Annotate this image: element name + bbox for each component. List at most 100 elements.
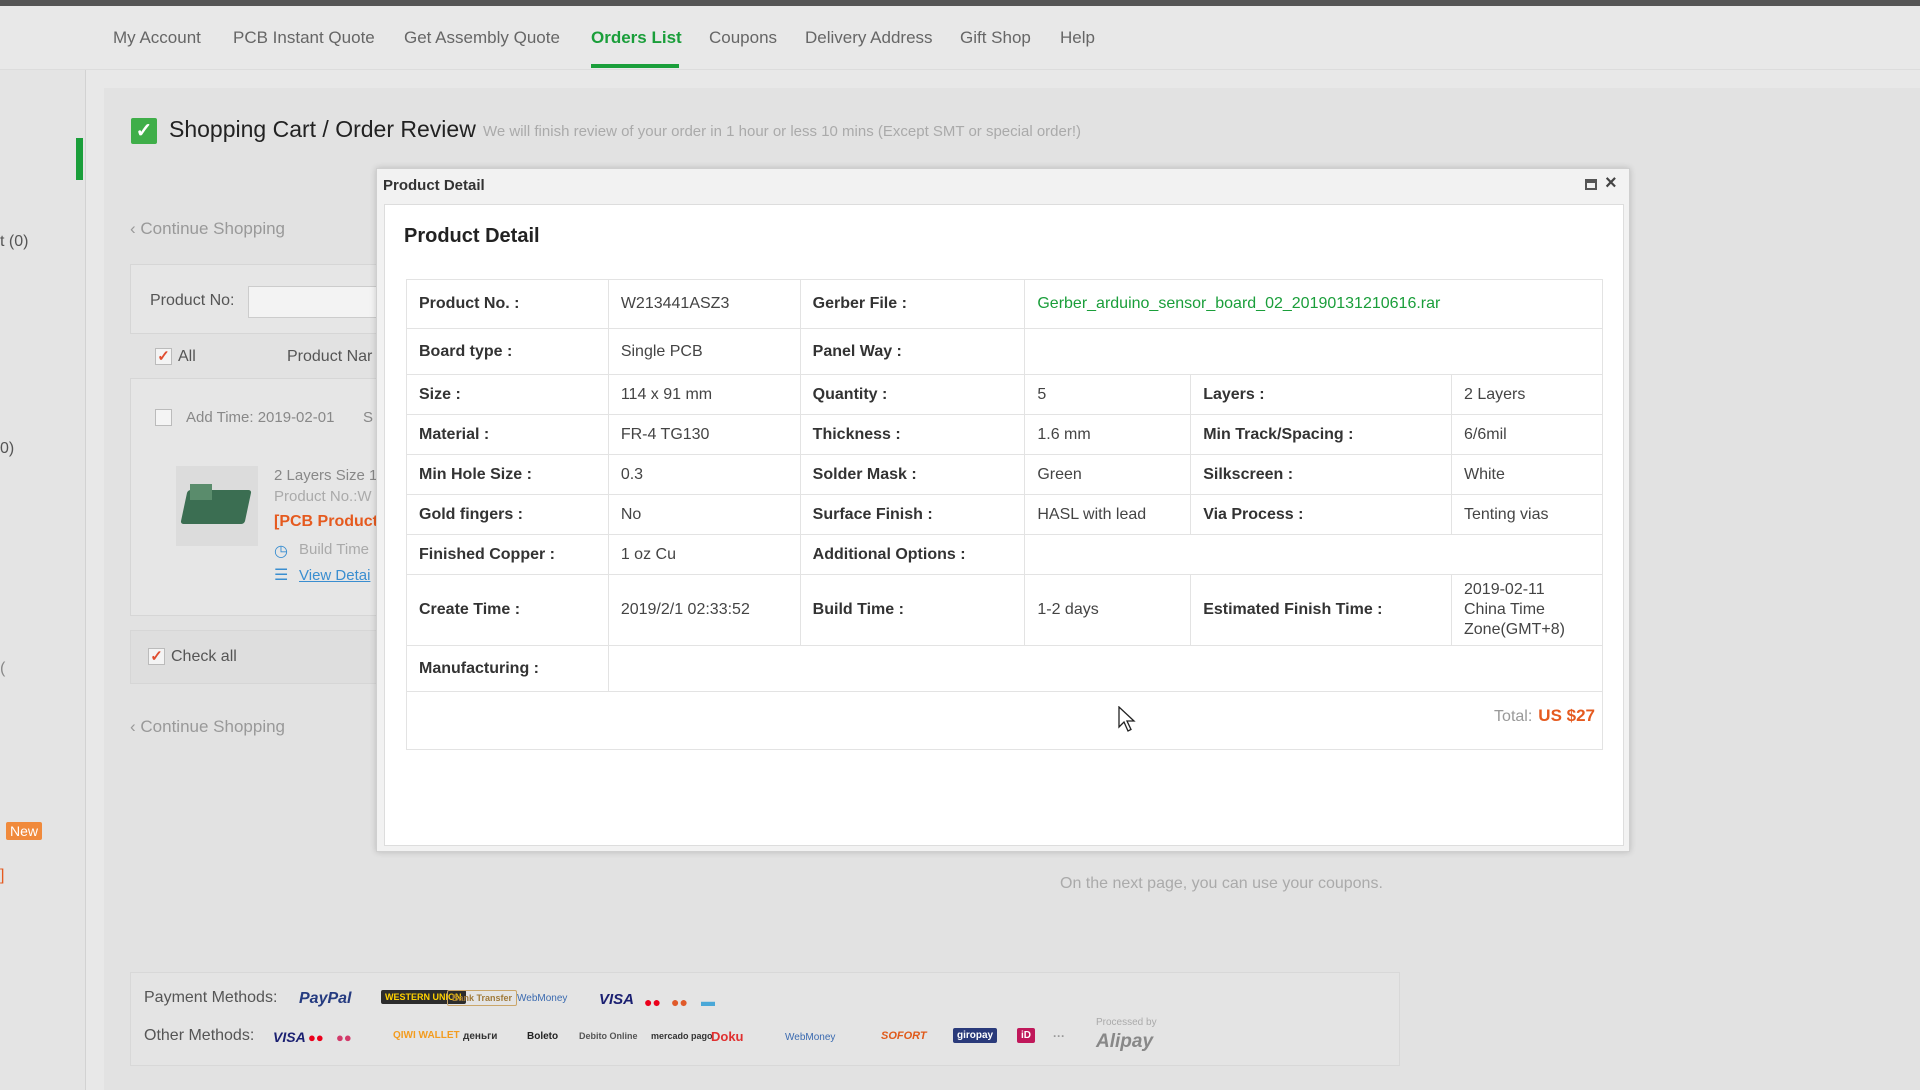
check-icon: ✓ <box>131 118 157 144</box>
label-board-type: Board type : <box>406 328 609 375</box>
mastercard-icon: ●● <box>644 994 661 1010</box>
close-icon[interactable]: × <box>1605 172 1617 195</box>
mouse-cursor-icon <box>1118 706 1136 732</box>
visa-logo: VISA <box>599 991 635 1008</box>
alipay-logo: Alipay <box>1096 1031 1154 1052</box>
build-time-icon: ◷ <box>274 543 288 560</box>
mercado-logo: mercado pago <box>651 1031 713 1041</box>
total-label: Total: <box>1494 708 1533 725</box>
label-material: Material : <box>406 414 609 455</box>
sidebar-item-misc[interactable]: ( <box>0 660 5 678</box>
value-panel-way <box>1024 328 1603 375</box>
value-additional-options <box>1024 534 1603 575</box>
view-detail-link[interactable]: View Detai <box>299 567 370 584</box>
label-product-no: Product No. : <box>406 279 609 329</box>
label-manufacturing: Manufacturing : <box>406 645 609 692</box>
select-all-checkbox[interactable]: ✓ <box>155 348 172 365</box>
nav-help[interactable]: Help <box>1060 28 1095 48</box>
estimated-finish-zone: China Time <box>1464 601 1545 618</box>
item-build-time: Build Time <box>299 541 370 558</box>
add-time: Add Time: 2019-02-01 <box>186 409 335 426</box>
processed-by-label: Processed by <box>1096 1017 1157 1028</box>
coupon-note: On the next page, you can use your coupo… <box>1060 875 1383 892</box>
webmoney-logo-2: WebMoney <box>785 1032 836 1043</box>
maestro-icon: ●● <box>671 994 688 1010</box>
maximize-icon[interactable] <box>1585 179 1597 190</box>
value-layers: 2 Layers <box>1451 374 1603 415</box>
continue-shopping-link[interactable]: ‹ Continue Shopping <box>130 219 285 239</box>
cart-item-checkbox[interactable] <box>155 409 172 426</box>
label-quantity: Quantity : <box>799 374 1026 415</box>
giropay-logo: giropay <box>953 1028 998 1043</box>
gerber-file-link[interactable]: Gerber_arduino_sensor_board_02_201901312… <box>1024 279 1603 329</box>
product-no-input[interactable] <box>248 286 378 318</box>
nav-delivery-address[interactable]: Delivery Address <box>805 28 933 48</box>
table-row: Min Hole Size : 0.3 Solder Mask : Green … <box>406 454 1603 495</box>
product-detail-table: Product No. : W213441ASZ3 Gerber File : … <box>406 279 1604 750</box>
label-thickness: Thickness : <box>799 414 1026 455</box>
nav-get-assembly-quote[interactable]: Get Assembly Quote <box>404 28 560 48</box>
table-row: Create Time : 2019/2/1 02:33:52 Build Ti… <box>406 574 1603 646</box>
label-gerber-file: Gerber File : <box>799 279 1026 329</box>
label-silkscreen: Silkscreen : <box>1190 454 1452 495</box>
label-panel-way: Panel Way : <box>799 328 1026 375</box>
pcb-thumbnail[interactable] <box>176 466 258 546</box>
payment-methods-label: Payment Methods: <box>144 989 278 1006</box>
table-row: Finished Copper : 1 oz Cu Additional Opt… <box>406 534 1603 575</box>
value-manufacturing <box>607 645 1604 692</box>
value-build-time: 1-2 days <box>1024 574 1192 646</box>
active-tab-indicator <box>591 64 679 68</box>
check-all-bar <box>130 630 380 684</box>
maestro-icon-2: ●● <box>336 1030 352 1045</box>
table-row: Gold fingers : No Surface Finish : HASL … <box>406 494 1603 535</box>
nav-coupons[interactable]: Coupons <box>709 28 777 48</box>
item-status: [PCB Producti <box>274 513 383 530</box>
sidebar-item-cart[interactable]: t (0) <box>0 233 28 251</box>
check-all-checkbox[interactable]: ✓ <box>148 648 165 665</box>
label-size: Size : <box>406 374 609 415</box>
value-size: 114 x 91 mm <box>607 374 801 415</box>
ideal-logo: iD <box>1017 1028 1035 1043</box>
value-thickness: 1.6 mm <box>1024 414 1192 455</box>
sidebar-active-marker <box>76 138 83 180</box>
product-detail-dialog: Product Detail × Product Detail Product … <box>376 168 1630 852</box>
page-subtitle: We will finish review of your order in 1… <box>483 123 1082 140</box>
estimated-finish-gmt: Zone(GMT+8) <box>1464 621 1565 638</box>
account-sidebar <box>0 70 86 1090</box>
nav-pcb-instant-quote[interactable]: PCB Instant Quote <box>233 28 375 48</box>
other-methods-label: Other Methods: <box>144 1027 255 1044</box>
bank-transfer-logo: Bank Transfer <box>447 990 518 1006</box>
nav-orders-list[interactable]: Orders List <box>591 28 682 48</box>
top-navigation: My Account PCB Instant Quote Get Assembl… <box>0 6 1920 70</box>
value-quantity: 5 <box>1024 374 1192 415</box>
value-product-no: W213441ASZ3 <box>607 279 801 329</box>
select-all-label: All <box>178 348 196 365</box>
table-row: Manufacturing : <box>406 645 1604 692</box>
label-solder-mask: Solder Mask : <box>799 454 1026 495</box>
add-time-extra: S <box>363 409 374 426</box>
table-row: Board type : Single PCB Panel Way : <box>406 328 1603 375</box>
item-description: 2 Layers Size 1 <box>274 467 378 484</box>
label-min-hole: Min Hole Size : <box>406 454 609 495</box>
value-solder-mask: Green <box>1024 454 1192 495</box>
mastercard-icon-2: ●● <box>308 1030 324 1045</box>
webmoney-logo: WebMoney <box>517 993 568 1004</box>
nav-gift-shop[interactable]: Gift Shop <box>960 28 1031 48</box>
paypal-logo: PayPal <box>299 990 352 1007</box>
sidebar-item-gift[interactable]: ] <box>0 867 4 885</box>
value-estimated-finish: 2019-02-11 China Time Zone(GMT+8) <box>1451 574 1603 646</box>
label-create-time: Create Time : <box>406 574 609 646</box>
value-board-type: Single PCB <box>607 328 801 375</box>
value-surface-finish: HASL with lead <box>1024 494 1192 535</box>
total-row <box>406 691 1603 750</box>
label-layers: Layers : <box>1190 374 1452 415</box>
total-price: Total: US $27 <box>1494 706 1595 726</box>
label-estimated-finish: Estimated Finish Time : <box>1190 574 1452 646</box>
label-finished-copper: Finished Copper : <box>406 534 609 575</box>
nav-my-account[interactable]: My Account <box>113 28 201 48</box>
yandex-logo: деньги <box>463 1031 498 1042</box>
continue-shopping-link-bottom[interactable]: ‹ Continue Shopping <box>130 717 285 737</box>
sidebar-item-orders[interactable]: 0) <box>0 440 14 458</box>
value-min-hole: 0.3 <box>607 454 801 495</box>
label-gold-fingers: Gold fingers : <box>406 494 609 535</box>
